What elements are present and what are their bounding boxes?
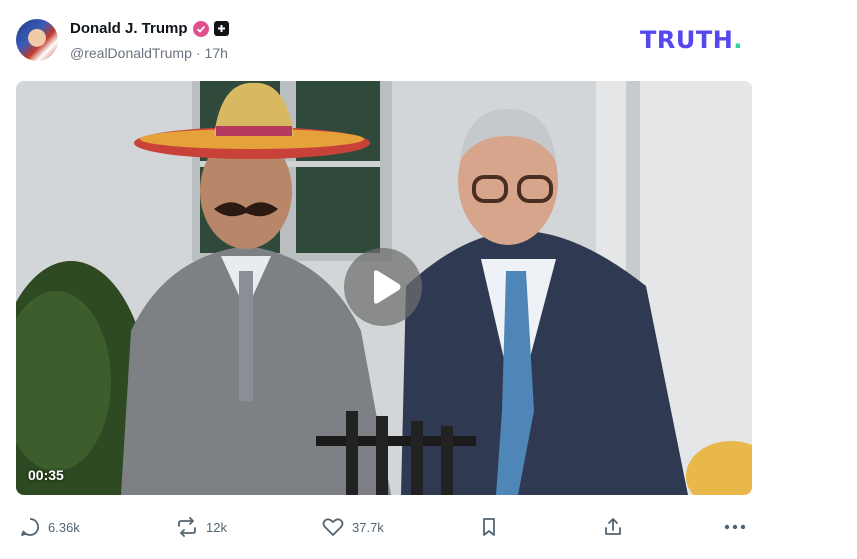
share-button[interactable] — [603, 512, 623, 542]
retruth-button[interactable]: 12k — [176, 512, 227, 542]
like-count: 37.7k — [352, 519, 384, 535]
separator: · — [195, 45, 201, 61]
handle[interactable]: @realDonaldTrump — [70, 45, 192, 61]
reply-button[interactable]: 6.36k — [20, 512, 80, 542]
reply-icon — [21, 518, 39, 536]
post-time[interactable]: 17h — [205, 45, 228, 61]
truth-logo[interactable]: TRUTH. — [640, 26, 743, 54]
video-player[interactable]: 00:35 — [16, 81, 752, 495]
verified-icon — [192, 20, 209, 37]
retruth-count: 12k — [206, 519, 227, 535]
video-duration: 00:35 — [28, 467, 64, 483]
plus-icon — [213, 21, 229, 36]
like-icon — [322, 518, 344, 536]
more-button[interactable] — [724, 512, 746, 542]
display-name[interactable]: Donald J. Trump — [70, 20, 188, 37]
play-button[interactable] — [344, 248, 422, 326]
more-icon — [724, 524, 746, 530]
logo-dot: . — [733, 26, 743, 54]
like-button[interactable]: 37.7k — [322, 512, 384, 542]
bookmark-button[interactable] — [481, 512, 497, 542]
logo-text: TRUTH — [640, 26, 734, 54]
avatar[interactable] — [16, 19, 58, 61]
retruth-icon — [178, 517, 196, 537]
play-icon — [374, 270, 401, 304]
share-icon — [605, 518, 621, 535]
bookmark-icon — [483, 518, 495, 536]
reply-count: 6.36k — [48, 519, 80, 535]
handle-row: @realDonaldTrump · 17h — [70, 45, 228, 61]
post-actions: 6.36k 12k 37.7k — [16, 512, 756, 542]
name-row: Donald J. Trump — [70, 20, 229, 37]
